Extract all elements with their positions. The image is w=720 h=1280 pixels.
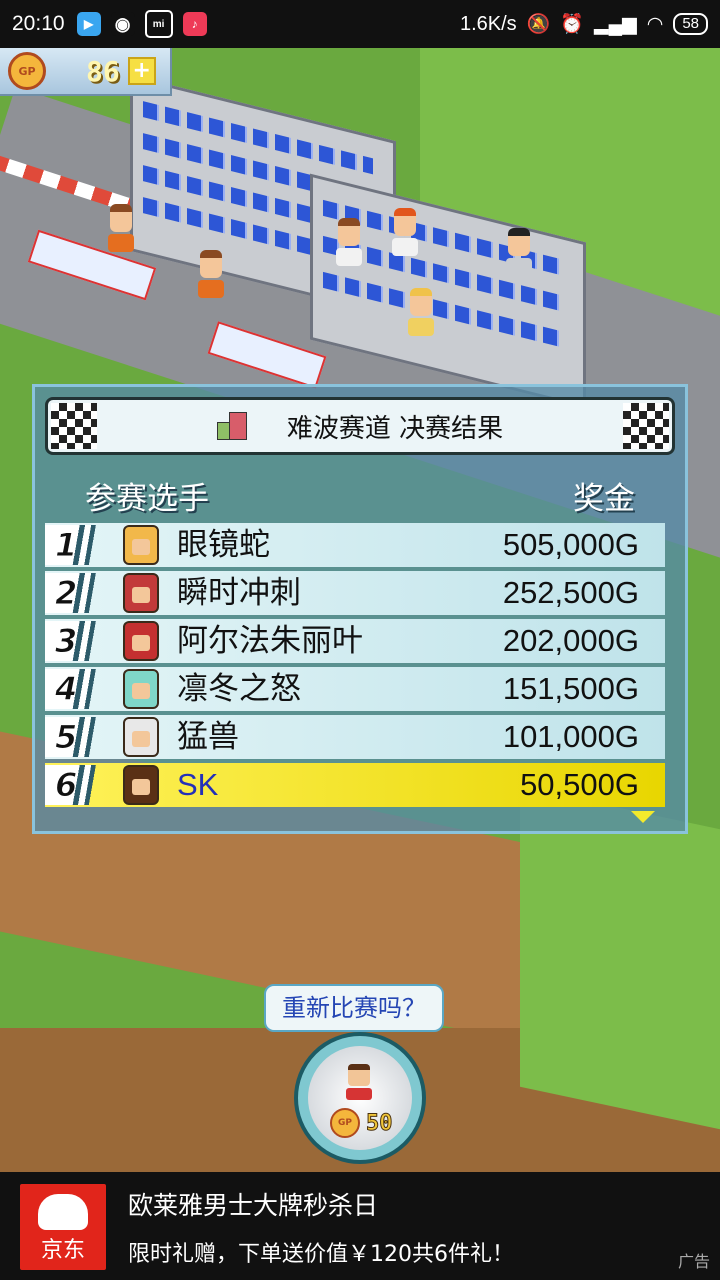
driver-name: 瞬时冲刺 bbox=[177, 575, 301, 611]
rank-badge: 3 bbox=[45, 621, 115, 661]
column-header-player: 参赛选手 bbox=[85, 481, 209, 517]
checkered-flag-icon bbox=[51, 403, 97, 449]
column-header-prize: 奖金 bbox=[573, 481, 635, 517]
driver-avatar-icon bbox=[123, 573, 159, 613]
ad-brand: 京东 bbox=[40, 1238, 85, 1263]
gp-value: 86 bbox=[86, 54, 120, 88]
checkered-flag-icon bbox=[623, 403, 669, 449]
battery-indicator: 58 bbox=[673, 13, 708, 35]
jd-logo-icon: 京东 bbox=[20, 1184, 106, 1270]
grass-area bbox=[520, 786, 720, 1130]
signal-icon: ▂▄▆ bbox=[594, 13, 637, 35]
driver-name: 眼镜蛇 bbox=[177, 527, 270, 563]
ad-label: 广告 bbox=[677, 1252, 710, 1271]
scroll-down-arrow-icon[interactable] bbox=[631, 811, 655, 823]
ad-subtitle: 限时礼赠，下单送价值￥120共6件礼！ bbox=[128, 1242, 514, 1267]
driver-name: SK bbox=[177, 767, 219, 802]
results-title: 难波赛道 决赛结果 bbox=[286, 413, 504, 444]
add-gp-button[interactable]: + bbox=[127, 57, 156, 85]
driver-avatar-icon bbox=[123, 525, 159, 565]
prize-amount: 50,500G bbox=[520, 767, 639, 802]
network-speed: 1.6K/s bbox=[459, 12, 517, 35]
podium-icon bbox=[216, 412, 247, 440]
spectator bbox=[408, 288, 434, 336]
prize-amount: 202,000G bbox=[502, 623, 639, 658]
driver-sprite-icon bbox=[346, 1064, 372, 1100]
result-row: 5 猛兽 101,000G bbox=[45, 715, 665, 759]
gp-coin-icon: GP bbox=[8, 52, 46, 90]
results-list[interactable]: 1 眼镜蛇 505,000G 2 瞬时冲刺 252,500G 3 阿尔法朱丽叶 … bbox=[45, 523, 665, 811]
result-row: 3 阿尔法朱丽叶 202,000G bbox=[45, 619, 665, 663]
result-row: 4 凛冬之怒 151,500G bbox=[45, 667, 665, 711]
gp-coin-icon: GP bbox=[330, 1108, 360, 1138]
mi-icon: mi bbox=[144, 10, 173, 38]
driver-name: 阿尔法朱丽叶 bbox=[177, 623, 363, 659]
wifi-icon: ◠ bbox=[646, 13, 664, 35]
weibo-icon: ◉ bbox=[110, 12, 135, 36]
spectator bbox=[336, 218, 362, 266]
spectator bbox=[198, 250, 224, 298]
clock: 20:10 bbox=[12, 12, 65, 35]
rank-badge: 1 bbox=[45, 525, 115, 565]
tiktok-icon: ♪ bbox=[182, 12, 207, 36]
spectator bbox=[392, 208, 418, 256]
spectator bbox=[108, 204, 134, 252]
alarm-icon: ⏰ bbox=[560, 14, 585, 35]
status-bar: 20:10 ▶ ◉ mi ♪ 1.6K/s 🔕 ⏰ ▂▄▆ ◠ 58 bbox=[0, 0, 720, 48]
result-row: 2 瞬时冲刺 252,500G bbox=[45, 571, 665, 615]
retry-cost-value: 50 bbox=[366, 1110, 393, 1136]
spectator bbox=[506, 228, 532, 276]
prize-amount: 252,500G bbox=[502, 575, 639, 610]
driver-name: 猛兽 bbox=[177, 719, 239, 755]
prize-amount: 101,000G bbox=[502, 719, 639, 754]
prize-amount: 505,000G bbox=[502, 527, 639, 562]
play-store-icon: ▶ bbox=[76, 12, 101, 36]
rank-badge: 6 bbox=[45, 765, 115, 805]
results-title-bar: 难波赛道 决赛结果 bbox=[45, 397, 675, 455]
result-row-player: 6 SK 50,500G bbox=[45, 763, 665, 807]
gp-counter: GP 86 + bbox=[0, 48, 172, 96]
rank-badge: 2 bbox=[45, 573, 115, 613]
race-results-panel: 难波赛道 决赛结果 参赛选手 奖金 1 眼镜蛇 505,000G 2 瞬时冲刺 … bbox=[32, 384, 688, 834]
rank-badge: 4 bbox=[45, 669, 115, 709]
driver-avatar-icon bbox=[123, 669, 159, 709]
ad-title: 欧莱雅男士大牌秒杀日 bbox=[128, 1191, 379, 1220]
rank-badge: 5 bbox=[45, 717, 115, 757]
mute-icon: 🔕 bbox=[526, 14, 551, 35]
driver-avatar-icon bbox=[123, 717, 159, 757]
retry-question: 重新比赛吗？ bbox=[264, 984, 444, 1032]
driver-name: 凛冬之怒 bbox=[177, 671, 301, 707]
ad-banner[interactable]: 京东 欧莱雅男士大牌秒杀日 限时礼赠，下单送价值￥120共6件礼！ 广告 bbox=[0, 1172, 720, 1280]
driver-avatar-icon bbox=[123, 621, 159, 661]
driver-avatar-icon bbox=[123, 765, 159, 805]
retry-cost: GP 50 bbox=[330, 1108, 393, 1138]
prize-amount: 151,500G bbox=[502, 671, 639, 706]
retry-race-button[interactable]: GP 50 bbox=[294, 1032, 426, 1164]
result-row: 1 眼镜蛇 505,000G bbox=[45, 523, 665, 567]
